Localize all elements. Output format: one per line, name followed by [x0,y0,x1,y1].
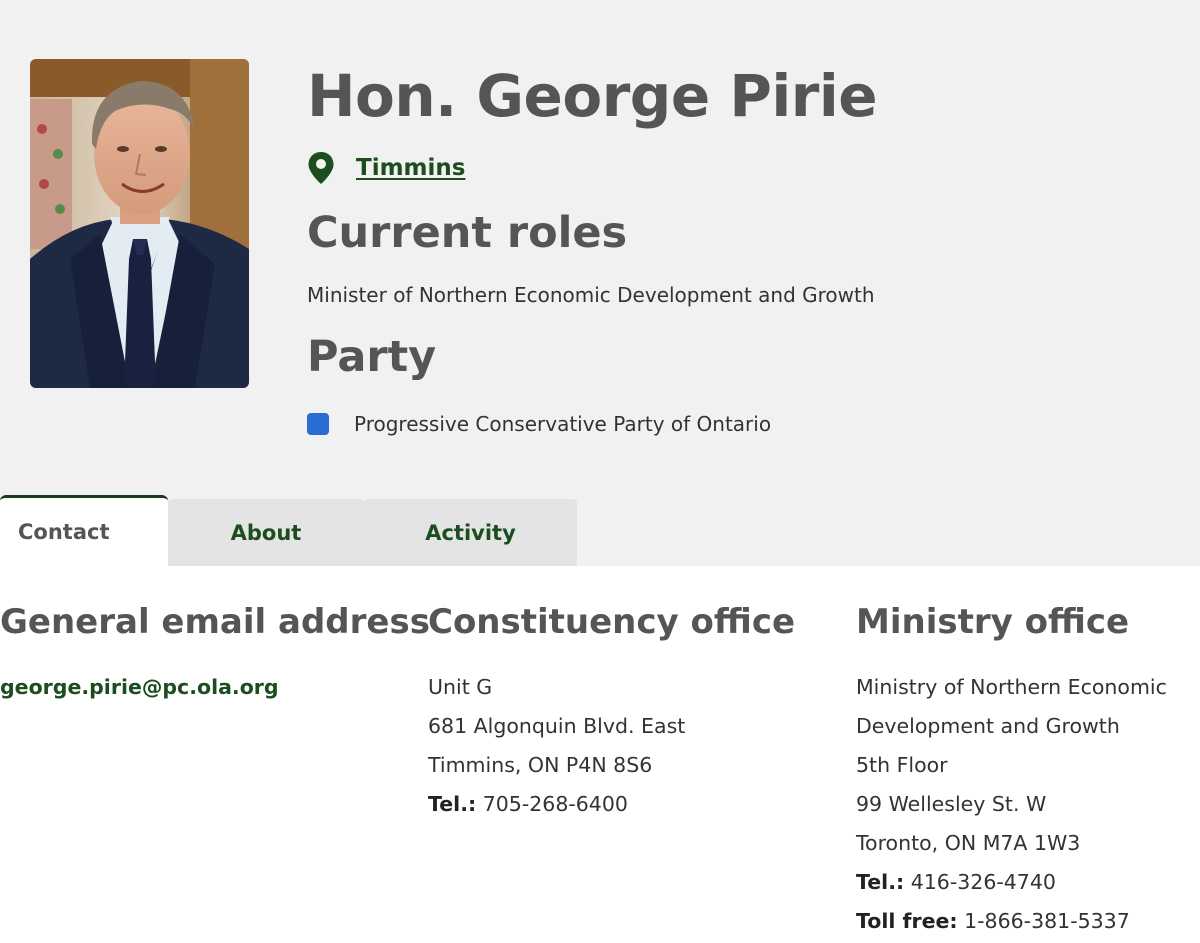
toll-free-label: Toll free: [856,909,958,933]
phone-line: Tel.: 416-326-4740 [856,863,1167,902]
location-pin-icon [308,152,334,184]
ministry-office-heading: Ministry office [856,602,1130,642]
address-line: 5th Floor [856,753,948,777]
phone-line: Tel.: 705-268-6400 [428,785,795,824]
phone-number[interactable]: 705-268-6400 [483,792,628,816]
phone-label: Tel.: [428,792,477,816]
phone-label: Tel.: [856,870,905,894]
address-line: 99 Wellesley St. W [856,792,1047,816]
tab-activity[interactable]: Activity [364,499,577,566]
address-line: Toronto, ON M7A 1W3 [856,831,1081,855]
email-link[interactable]: george.pirie@pc.ola.org [0,675,279,699]
member-header: Hon. George Pirie Timmins Current roles … [0,0,1200,566]
address-line: Development and Growth [856,714,1120,738]
tab-about[interactable]: About [168,499,364,566]
riding-link[interactable]: Timmins [356,155,465,181]
address-line: Ministry of Northern Economic [856,675,1167,699]
constituency-office-heading: Constituency office [428,602,796,642]
party-heading: Party [307,332,437,382]
current-role: Minister of Northern Economic Developmen… [307,283,875,307]
party-name: Progressive Conservative Party of Ontari… [354,412,772,436]
address-line: Timmins, ON P4N 8S6 [428,753,653,777]
toll-free-number[interactable]: 1-866-381-5337 [964,909,1130,933]
riding-row: Timmins [307,150,465,186]
tab-contact[interactable]: Contact [0,495,168,566]
email-section: General email address george.pirie@pc.ol… [0,597,430,707]
member-name: Hon. George Pirie [307,62,878,130]
address-line: 681 Algonquin Blvd. East [428,714,686,738]
email-heading: General email address [0,602,430,642]
profile-tabs: Activity About Contact [0,495,600,566]
ministry-office-section: Ministry office Ministry of Northern Eco… [856,597,1167,941]
phone-number[interactable]: 416-326-4740 [911,870,1056,894]
constituency-office-section: Constituency office Unit G 681 Algonquin… [428,597,795,824]
current-roles-heading: Current roles [307,208,628,258]
party-color-swatch [307,413,329,435]
member-photo [30,59,249,388]
party-row: Progressive Conservative Party of Ontari… [307,411,771,437]
address-line: Unit G [428,675,493,699]
toll-free-line: Toll free: 1-866-381-5337 [856,902,1167,941]
